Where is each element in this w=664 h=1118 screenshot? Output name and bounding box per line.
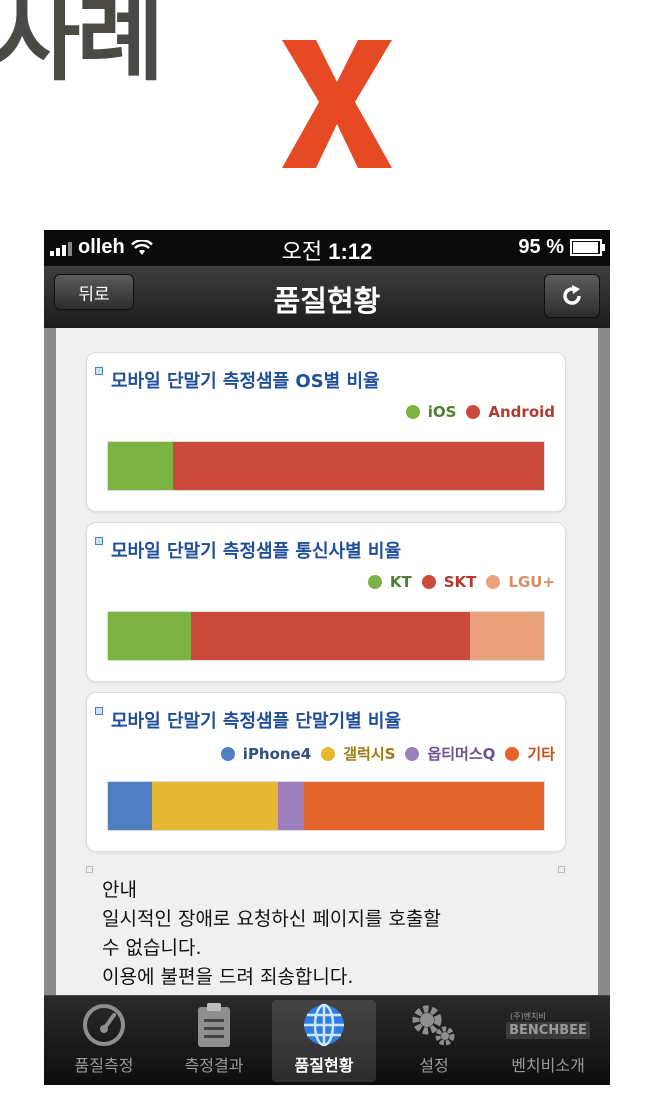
device-ratio-card: 모바일 단말기 측정샘플 단말기별 비율 iPhone4 갤럭시S 옵티머스Q … [86, 692, 566, 852]
corner-mark-icon [86, 866, 93, 873]
legend-label: 옵티머스Q [427, 745, 496, 763]
legend-label: iPhone4 [242, 744, 312, 763]
tab-label: 품질측정 [74, 1056, 134, 1075]
slide-title: 사례 [0, 0, 165, 94]
gears-icon [412, 1005, 455, 1046]
corner-mark-icon [558, 866, 565, 873]
legend-dot [405, 405, 420, 419]
legend-label: 기타 [527, 745, 555, 763]
stacked-bar [107, 441, 545, 491]
phone-screen: olleh 오전 1:12 95 % 뒤로 품질현황 모바일 단말기 측정샘플 … [44, 230, 610, 1085]
status-bar: olleh 오전 1:12 95 % [44, 230, 610, 266]
bar-segment [469, 612, 544, 660]
refresh-button[interactable] [544, 274, 600, 318]
card-title: 모바일 단말기 측정샘플 통신사별 비율 [111, 541, 402, 562]
x-mark-icon [282, 40, 392, 168]
clipboard-icon [198, 1003, 230, 1047]
os-ratio-card: 모바일 단말기 측정샘플 OS별 비율 iOS Android [86, 352, 566, 512]
legend-label: 갤럭시S [343, 745, 396, 763]
refresh-icon [563, 285, 581, 305]
tab-measure-results[interactable]: 측정결과 [162, 1000, 266, 1082]
legend-dot [421, 575, 436, 589]
chart-legend: iPhone4 갤럭시S 옵티머스Q 기타 [220, 743, 555, 764]
legend-label: SKT [443, 573, 477, 591]
legend-label: iOS [427, 403, 457, 421]
tab-label: 측정결과 [184, 1056, 244, 1075]
legend-dot [220, 746, 235, 761]
speedometer-icon [83, 1004, 125, 1046]
legend-dot [367, 575, 382, 589]
tab-label: 설정 [419, 1056, 449, 1075]
bar-segment [108, 782, 152, 830]
card-title: 모바일 단말기 측정샘플 단말기별 비율 [111, 711, 402, 732]
battery-icon [570, 239, 605, 256]
legend-dot [405, 746, 420, 761]
tab-label: 벤치비소개 [511, 1056, 585, 1075]
globe-icon [304, 1003, 344, 1047]
tab-quality-status[interactable]: 품질현황 [272, 1000, 376, 1082]
bar-segment [151, 782, 279, 830]
bar-segment [173, 442, 544, 490]
bar-segment [278, 782, 305, 830]
content-area[interactable]: 모바일 단말기 측정샘플 OS별 비율 iOS Android 모바일 단말기 … [44, 328, 610, 995]
card-title: 모바일 단말기 측정샘플 OS별 비율 [111, 371, 380, 392]
legend-dot [321, 746, 336, 761]
notice-line: 일시적인 장애로 요청하신 페이지를 호출할 [102, 908, 441, 930]
bullet-icon [95, 707, 103, 715]
tab-bar: 품질측정 측정결과 품질현황 설정 (주)벤치비 BENCHBEE 벤치비소개 [44, 995, 610, 1085]
stacked-bar [107, 781, 545, 831]
error-notice: 안내 일시적인 장애로 요청하신 페이지를 호출할 수 없습니다. 이용에 불편… [102, 876, 441, 992]
legend-dot [505, 746, 520, 761]
notice-heading: 안내 [102, 879, 137, 901]
bullet-icon [95, 367, 103, 375]
tab-settings[interactable]: 설정 [382, 1000, 486, 1082]
legend-dot [466, 405, 481, 419]
bullet-icon [95, 537, 103, 545]
tab-benchbee-about[interactable]: (주)벤치비 BENCHBEE 벤치비소개 [496, 1000, 600, 1082]
stacked-bar [107, 611, 545, 661]
legend-label: Android [488, 403, 555, 421]
notice-line: 수 없습니다. [102, 937, 202, 959]
bar-segment [304, 782, 544, 830]
page-title: 품질현황 [273, 284, 381, 318]
battery-percent: 95 % [518, 236, 564, 258]
benchbee-logo-icon: BENCHBEE [506, 1022, 590, 1039]
legend-label: KT [389, 573, 412, 591]
chart-legend: KT SKT LGU+ [367, 573, 555, 591]
legend-label: LGU+ [508, 573, 555, 591]
chart-legend: iOS Android [405, 403, 555, 421]
bar-segment [108, 612, 191, 660]
benchbee-logo-small: (주)벤치비 [510, 1012, 546, 1021]
legend-dot [486, 575, 501, 589]
tab-label: 품질현황 [294, 1056, 354, 1075]
tab-quality-measure[interactable]: 품질측정 [52, 1000, 156, 1082]
notice-line: 이용에 불편을 드려 죄송합니다. [102, 966, 354, 988]
nav-bar: 뒤로 품질현황 [44, 266, 610, 329]
bar-segment [108, 442, 174, 490]
carrier-ratio-card: 모바일 단말기 측정샘플 통신사별 비율 KT SKT LGU+ [86, 522, 566, 682]
bar-segment [190, 612, 470, 660]
